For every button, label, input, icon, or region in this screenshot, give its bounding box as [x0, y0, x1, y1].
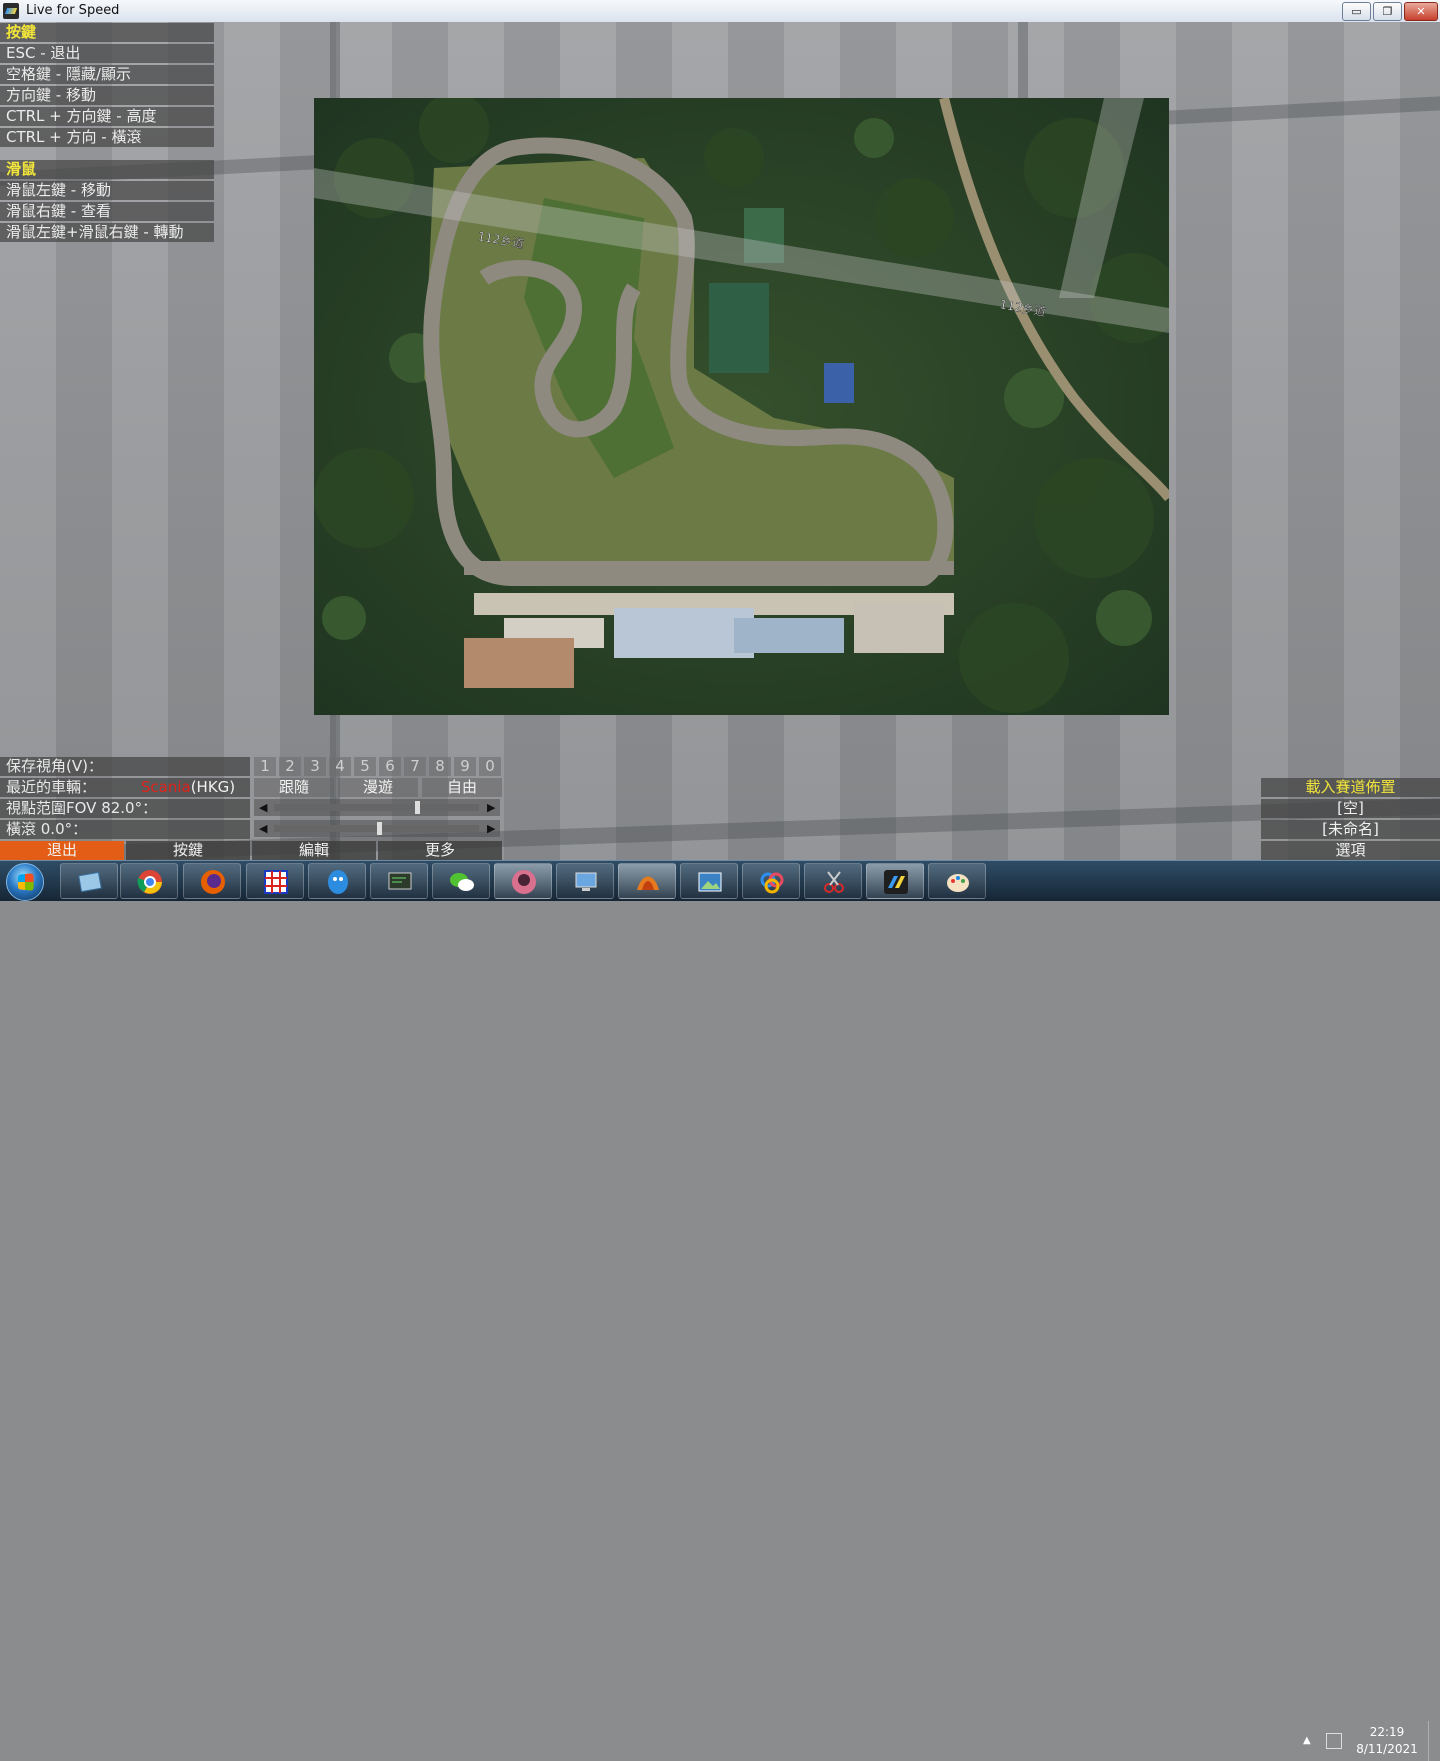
grid-app-taskbar-icon[interactable] [246, 863, 304, 899]
nearest-car-name: Scania [140, 778, 191, 796]
clock-date[interactable]: 8/11/2021 [1352, 1742, 1422, 1756]
scissors-taskbar-icon[interactable] [804, 863, 862, 899]
roll-label: 橫滾 0.0°： [0, 820, 250, 839]
mode-roam-button[interactable]: 漫遊 [338, 778, 418, 797]
view-slot-button[interactable]: 8 [429, 757, 451, 776]
fov-label: 視點范圍FOV 82.0°： [0, 799, 250, 818]
help-line: 空格鍵 - 隱藏/顯示 [0, 65, 214, 84]
layout-unnamed-item[interactable]: [未命名] [1261, 820, 1440, 839]
keys-help-header: 按鍵 [0, 23, 214, 42]
paint-taskbar-icon[interactable] [928, 863, 986, 899]
view-slot-button[interactable]: 6 [379, 757, 401, 776]
nearest-car-selector[interactable]: Scania(HKG) [126, 778, 250, 797]
options-button[interactable]: 選項 [1261, 841, 1440, 860]
view-slot-button[interactable]: 5 [354, 757, 376, 776]
view-slot-button[interactable]: 7 [404, 757, 426, 776]
fov-slider[interactable]: ◀ ▶ [254, 799, 500, 816]
roll-slider-thumb[interactable] [376, 822, 382, 835]
view-slot-button[interactable]: 4 [329, 757, 351, 776]
firefox-taskbar-icon[interactable] [183, 863, 241, 899]
exit-tab[interactable]: 退出 [0, 841, 124, 860]
terminal-taskbar-icon[interactable] [370, 863, 428, 899]
file-manager-taskbar-icon[interactable] [60, 863, 118, 899]
nearest-car-label: 最近的車輛： [6, 778, 97, 796]
edit-tab[interactable]: 編輯 [252, 841, 376, 860]
mode-follow-button[interactable]: 跟隨 [254, 778, 334, 797]
help-line: 滑鼠左鍵+滑鼠右鍵 - 轉動 [0, 223, 214, 242]
minimize-button[interactable]: ▭ [1342, 2, 1371, 21]
maximize-button[interactable]: ❐ [1373, 2, 1402, 21]
slider-right-arrow-icon[interactable]: ▶ [487, 820, 495, 837]
load-layout-title: 載入賽道佈置 [1261, 778, 1440, 797]
mouse-help-header: 滑鼠 [0, 160, 214, 179]
help-line: ESC - 退出 [0, 44, 214, 63]
view-slot-button[interactable]: 9 [454, 757, 476, 776]
layout-empty-item[interactable]: [空] [1261, 799, 1440, 818]
fov-slider-track [274, 804, 479, 811]
more-tab[interactable]: 更多 [378, 841, 502, 860]
slider-left-arrow-icon[interactable]: ◀ [259, 820, 267, 837]
slider-left-arrow-icon[interactable]: ◀ [259, 799, 267, 816]
chrome-taskbar-icon[interactable] [120, 863, 178, 899]
track-viewport[interactable]: 112乡道 112乡道 [0, 22, 1440, 860]
lfs-taskbar-icon[interactable] [866, 863, 924, 899]
taskbar: ▲ 22:19 8/11/2021 [0, 860, 1440, 1761]
help-line: 滑鼠左鍵 - 移動 [0, 181, 214, 200]
clock-time[interactable]: 22:19 [1360, 1725, 1414, 1739]
close-button[interactable]: ✕ [1404, 2, 1438, 21]
window-titlebar: Live for Speed ▭ ❐ ✕ [0, 0, 1440, 23]
help-line: CTRL + 方向 - 橫滾 [0, 128, 214, 147]
satellite-track-overlay: 112乡道 112乡道 [314, 98, 1169, 715]
window-title: Live for Speed [26, 3, 120, 18]
view-slot-button[interactable]: 2 [279, 757, 301, 776]
slider-right-arrow-icon[interactable]: ▶ [487, 799, 495, 816]
save-view-label: 保存視角(V)： [0, 757, 250, 776]
mode-free-button[interactable]: 自由 [422, 778, 502, 797]
view-slot-button[interactable]: 0 [479, 757, 501, 776]
nearest-car-country: (HKG) [190, 778, 236, 796]
view-slot-button[interactable]: 3 [304, 757, 326, 776]
lfs-app-icon [3, 3, 19, 19]
qq-taskbar-icon[interactable] [308, 863, 366, 899]
computer-taskbar-icon[interactable] [556, 863, 614, 899]
cloud-taskbar-icon[interactable] [742, 863, 800, 899]
network-tray-icon[interactable] [1326, 1733, 1342, 1749]
keys-tab[interactable]: 按鍵 [126, 841, 250, 860]
fov-slider-thumb[interactable] [415, 801, 421, 814]
photos-taskbar-icon[interactable] [680, 863, 738, 899]
help-line: CTRL + 方向鍵 - 高度 [0, 107, 214, 126]
wechat-taskbar-icon[interactable] [432, 863, 490, 899]
tray-expand-icon[interactable]: ▲ [1303, 1735, 1311, 1746]
show-desktop-button[interactable] [1428, 1721, 1440, 1761]
help-line: 滑鼠右鍵 - 查看 [0, 202, 214, 221]
roll-slider[interactable]: ◀ ▶ [254, 820, 500, 837]
media-taskbar-icon[interactable] [494, 863, 552, 899]
start-button[interactable] [6, 863, 44, 901]
matlab-taskbar-icon[interactable] [618, 863, 676, 899]
view-slot-button[interactable]: 1 [254, 757, 276, 776]
help-line: 方向鍵 - 移動 [0, 86, 214, 105]
